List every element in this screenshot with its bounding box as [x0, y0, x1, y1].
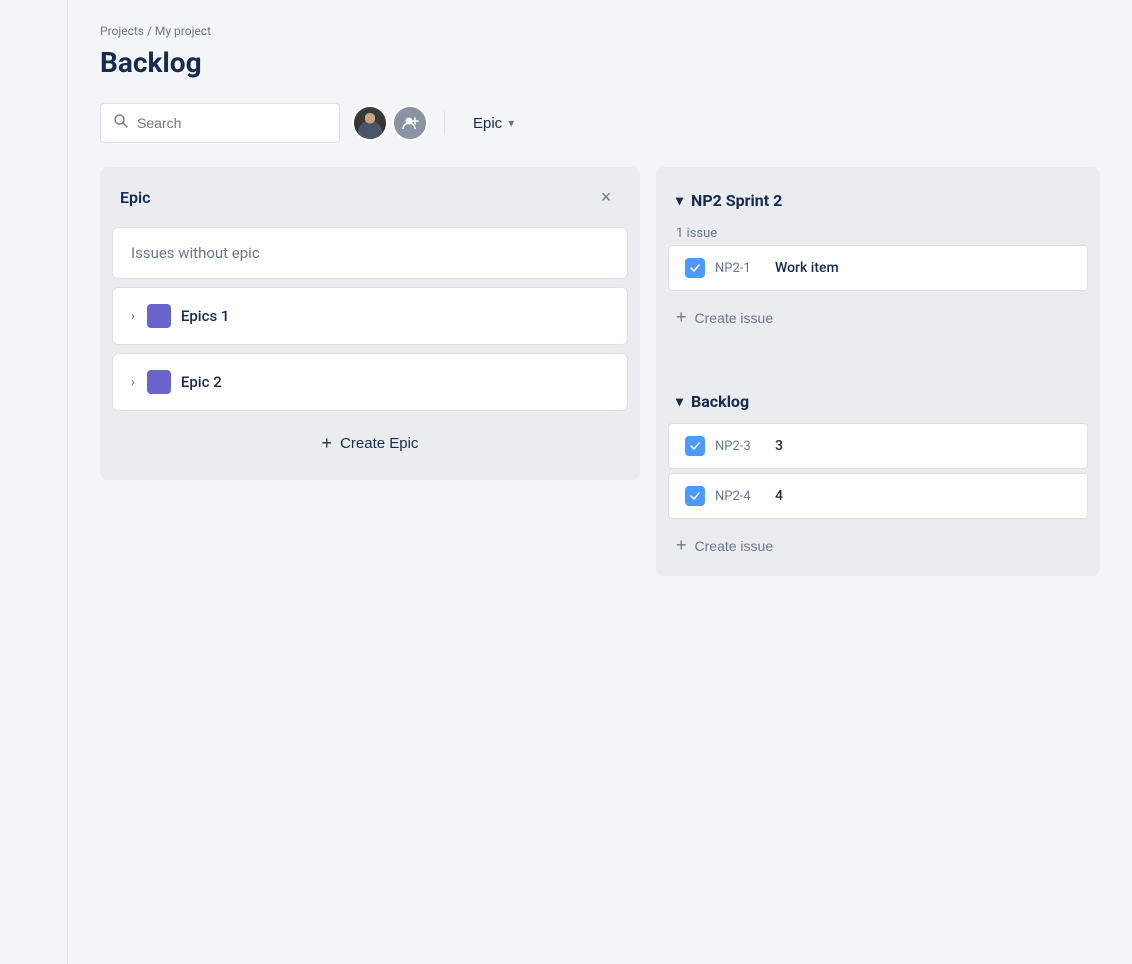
- avatar-user1[interactable]: [352, 105, 388, 141]
- create-issue-button-sprint1[interactable]: + Create issue: [656, 295, 1100, 340]
- toolbar-divider: [444, 111, 445, 135]
- left-sidebar: [0, 0, 68, 964]
- issue-row-np2-1[interactable]: NP2-1 Work item: [668, 245, 1088, 291]
- backlog-title: Backlog: [691, 392, 749, 411]
- search-input[interactable]: [137, 115, 327, 131]
- search-box[interactable]: [100, 103, 340, 143]
- create-issue-button-backlog[interactable]: + Create issue: [656, 523, 1100, 568]
- sprint-panel: ▾ NP2 Sprint 2 1 issue NP2-1 Work item: [656, 167, 1100, 576]
- create-issue-plus-icon-sprint1: +: [676, 307, 687, 328]
- epic-panel-title: Epic: [120, 188, 151, 207]
- epic-panel-close-button[interactable]: ×: [592, 183, 620, 211]
- epic-item-label-2: Epic 2: [181, 373, 222, 391]
- backlog-header: ▾ Backlog: [656, 380, 1100, 423]
- epic-item-label-1: Epics 1: [181, 307, 230, 325]
- epic-filter-chevron-icon: ▾: [508, 116, 514, 130]
- page-title: Backlog: [100, 46, 1100, 79]
- epic-panel-header: Epic ×: [100, 167, 640, 227]
- issue-id-np2-1: NP2-1: [715, 261, 765, 276]
- epic-item-epics1[interactable]: › Epics 1: [112, 287, 628, 345]
- issue-title-np2-1: Work item: [775, 260, 839, 276]
- epic-item-no-epic-label: Issues without epic: [131, 244, 260, 262]
- epic-panel: Epic × Issues without epic › Epics 1 ›: [100, 167, 640, 480]
- sprint-title-1: NP2 Sprint 2: [691, 191, 782, 210]
- epic-filter-label: Epic: [473, 115, 502, 132]
- sprint-issue-count-1: 1 issue: [656, 222, 1100, 245]
- epic-filter-button[interactable]: Epic ▾: [461, 109, 526, 138]
- epic-color-dot-2: [147, 370, 171, 394]
- toolbar: Epic ▾: [100, 103, 1100, 143]
- create-issue-label-backlog: Create issue: [695, 538, 774, 554]
- issue-checkbox-np2-4[interactable]: [685, 486, 705, 506]
- search-icon: [113, 113, 129, 133]
- issue-title-np2-4: 4: [775, 488, 783, 504]
- create-epic-plus-icon: +: [322, 433, 333, 454]
- epic-expand-icon-2: ›: [131, 375, 135, 390]
- issue-checkbox-np2-1[interactable]: [685, 258, 705, 278]
- sprint-collapse-icon-1[interactable]: ▾: [676, 193, 683, 209]
- avatar-add[interactable]: [392, 105, 428, 141]
- sprint-header-1: ▾ NP2 Sprint 2: [656, 179, 1100, 222]
- issue-checkbox-np2-3[interactable]: [685, 436, 705, 456]
- avatar-group: [352, 105, 428, 141]
- backlog-section: ▾ Backlog NP2-3 3: [656, 372, 1100, 576]
- issue-row-np2-3[interactable]: NP2-3 3: [668, 423, 1088, 469]
- issue-id-np2-4: NP2-4: [715, 489, 765, 504]
- epic-color-dot-1: [147, 304, 171, 328]
- issue-row-np2-4[interactable]: NP2-4 4: [668, 473, 1088, 519]
- main-content: Projects / My project Backlog: [68, 0, 1132, 964]
- epic-expand-icon-1: ›: [131, 309, 135, 324]
- epic-item-epic2[interactable]: › Epic 2: [112, 353, 628, 411]
- backlog-collapse-icon[interactable]: ▾: [676, 394, 683, 410]
- epic-item-no-epic[interactable]: Issues without epic: [112, 227, 628, 279]
- issue-title-np2-3: 3: [775, 438, 783, 454]
- issue-id-np2-3: NP2-3: [715, 439, 765, 454]
- two-col-layout: Epic × Issues without epic › Epics 1 ›: [100, 167, 1100, 576]
- create-epic-label: Create Epic: [340, 435, 418, 452]
- create-issue-label-sprint1: Create issue: [695, 310, 774, 326]
- create-epic-button[interactable]: + Create Epic: [112, 419, 628, 468]
- sprint-section-1: ▾ NP2 Sprint 2 1 issue NP2-1 Work item: [656, 167, 1100, 352]
- create-issue-plus-icon-backlog: +: [676, 535, 687, 556]
- breadcrumb: Projects / My project: [100, 24, 1100, 38]
